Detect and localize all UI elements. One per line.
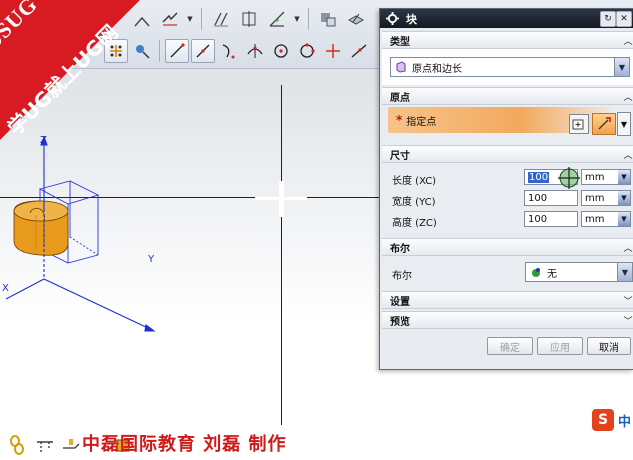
view-crosshair-vertical [281, 85, 282, 425]
block-dialog: 块 ↻ ✕ 类型 ︿ 原点和边长 ▼ 原点 ︿ * 指定点 ▼ 尺寸 ︿ 长度 … [379, 8, 633, 370]
crosshair-cursor-icon [558, 167, 580, 189]
boolean-select-value: 无 [547, 268, 557, 280]
crosshair-gap [279, 181, 284, 217]
toolbar-separator [308, 8, 309, 30]
boolean-none-icon [529, 265, 543, 279]
parallel-icon[interactable] [209, 7, 233, 31]
chevron-down-icon[interactable]: ▼ [617, 263, 632, 281]
angle-dropdown-icon[interactable]: ▼ [293, 8, 301, 30]
intersection-point-icon[interactable] [243, 39, 267, 63]
boolean-select[interactable]: 无 ▼ [525, 262, 633, 282]
quadrant-point-icon[interactable] [295, 39, 319, 63]
height-unit: mm [585, 213, 605, 225]
chevron-down-icon[interactable]: ▼ [614, 58, 629, 76]
existing-point-icon[interactable] [321, 39, 345, 63]
width-unit-select[interactable]: mm ▼ [581, 190, 631, 206]
point-type-dropdown-icon[interactable]: ▼ [617, 112, 631, 136]
dialog-title-bar[interactable]: 块 ↻ ✕ [380, 9, 633, 28]
height-unit-select[interactable]: mm ▼ [581, 211, 631, 227]
width-value: 100 [528, 192, 548, 204]
section-boolean-header[interactable]: 布尔 ︿ [382, 238, 633, 256]
dialog-title: 块 [406, 12, 417, 26]
width-unit: mm [585, 192, 605, 204]
block-type-icon [394, 60, 408, 74]
toolbar-separator [201, 8, 202, 30]
sketch-constraint-icon[interactable] [237, 7, 261, 31]
arc-center-icon[interactable] [269, 39, 293, 63]
chevron-down-icon: ﹀ [623, 296, 633, 307]
section-type-label: 类型 [390, 36, 410, 48]
chevron-up-icon: ︿ [623, 36, 633, 47]
watermark-banner: 9SUG 学UG就上UG网 [0, 0, 160, 160]
sogou-s-icon: S [592, 409, 614, 431]
input-mode-label: 中 [618, 414, 632, 430]
control-point-icon[interactable] [217, 39, 241, 63]
end-point-icon[interactable] [165, 39, 189, 63]
section-settings-label: 设置 [390, 296, 410, 308]
chain-link-icon[interactable] [6, 434, 28, 456]
width-input[interactable]: 100 [524, 190, 578, 206]
boolean-label: 布尔 [392, 271, 412, 282]
x-axis-label: X [2, 283, 9, 294]
length-unit: mm [585, 171, 605, 183]
section-settings-header[interactable]: 设置 ﹀ [382, 291, 633, 309]
ok-button[interactable]: 确定 [487, 337, 533, 355]
angle-icon[interactable] [265, 7, 289, 31]
chevron-down-icon[interactable]: ▼ [618, 191, 630, 205]
chevron-down-icon[interactable]: ▼ [618, 170, 630, 184]
type-select[interactable]: 原点和边长 ▼ [390, 57, 630, 77]
section-boolean-label: 布尔 [390, 243, 410, 255]
display-icon[interactable] [316, 7, 340, 31]
solid-body [13, 200, 69, 256]
point-on-curve-icon[interactable] [347, 39, 371, 63]
chevron-down-icon: ﹀ [623, 316, 633, 327]
apply-button[interactable]: 应用 [537, 337, 583, 355]
section-type-header[interactable]: 类型 ︿ [382, 31, 633, 49]
y-axis-label: Y [148, 254, 155, 265]
length-value: 100 [528, 171, 550, 183]
height-value: 100 [528, 213, 548, 225]
width-label: 宽度 (YC) [392, 197, 436, 208]
chevron-up-icon: ︿ [623, 243, 633, 254]
layer-icon[interactable] [344, 7, 368, 31]
chevron-down-icon[interactable]: ▼ [618, 212, 630, 226]
length-label: 长度 (XC) [392, 176, 437, 187]
sweep-icon[interactable] [34, 434, 56, 456]
extrude-icon[interactable] [60, 434, 82, 456]
part-model[interactable] [0, 129, 200, 369]
gear-icon[interactable] [384, 11, 400, 27]
cancel-button[interactable]: 取消 [587, 337, 631, 355]
close-icon[interactable]: ✕ [616, 11, 632, 27]
chevron-up-icon: ︿ [623, 150, 633, 161]
toolbar-row-top: ▼ ▼ [130, 4, 368, 34]
section-preview-label: 预览 [390, 316, 410, 328]
section-dimensions-header[interactable]: 尺寸 ︿ [382, 145, 633, 163]
mid-point-icon[interactable] [191, 39, 215, 63]
type-select-value: 原点和边长 [412, 63, 462, 75]
specify-point-label: 指定点 [406, 116, 437, 128]
length-unit-select[interactable]: mm ▼ [581, 169, 631, 185]
section-type-body: 原点和边长 ▼ [382, 49, 633, 85]
ime-logo[interactable]: S 中 [588, 406, 633, 434]
section-origin-header[interactable]: 原点 ︿ [382, 87, 633, 105]
point-dialog-button[interactable] [569, 114, 589, 134]
reset-icon[interactable]: ↻ [600, 11, 616, 27]
height-label: 高度 (ZC) [392, 218, 437, 229]
chevron-up-icon: ︿ [623, 92, 633, 103]
section-dimensions-label: 尺寸 [390, 150, 410, 162]
height-input[interactable]: 100 [524, 211, 578, 227]
inferred-point-button[interactable] [592, 113, 616, 135]
required-marker: * [396, 113, 403, 127]
section-origin-label: 原点 [390, 92, 410, 104]
dimension-dropdown-icon[interactable]: ▼ [186, 8, 194, 30]
section-preview-header[interactable]: 预览 ﹀ [382, 311, 633, 329]
dimension-icon[interactable] [158, 7, 182, 31]
video-caption: 中磊国际教育 刘磊 制作 [82, 434, 287, 455]
